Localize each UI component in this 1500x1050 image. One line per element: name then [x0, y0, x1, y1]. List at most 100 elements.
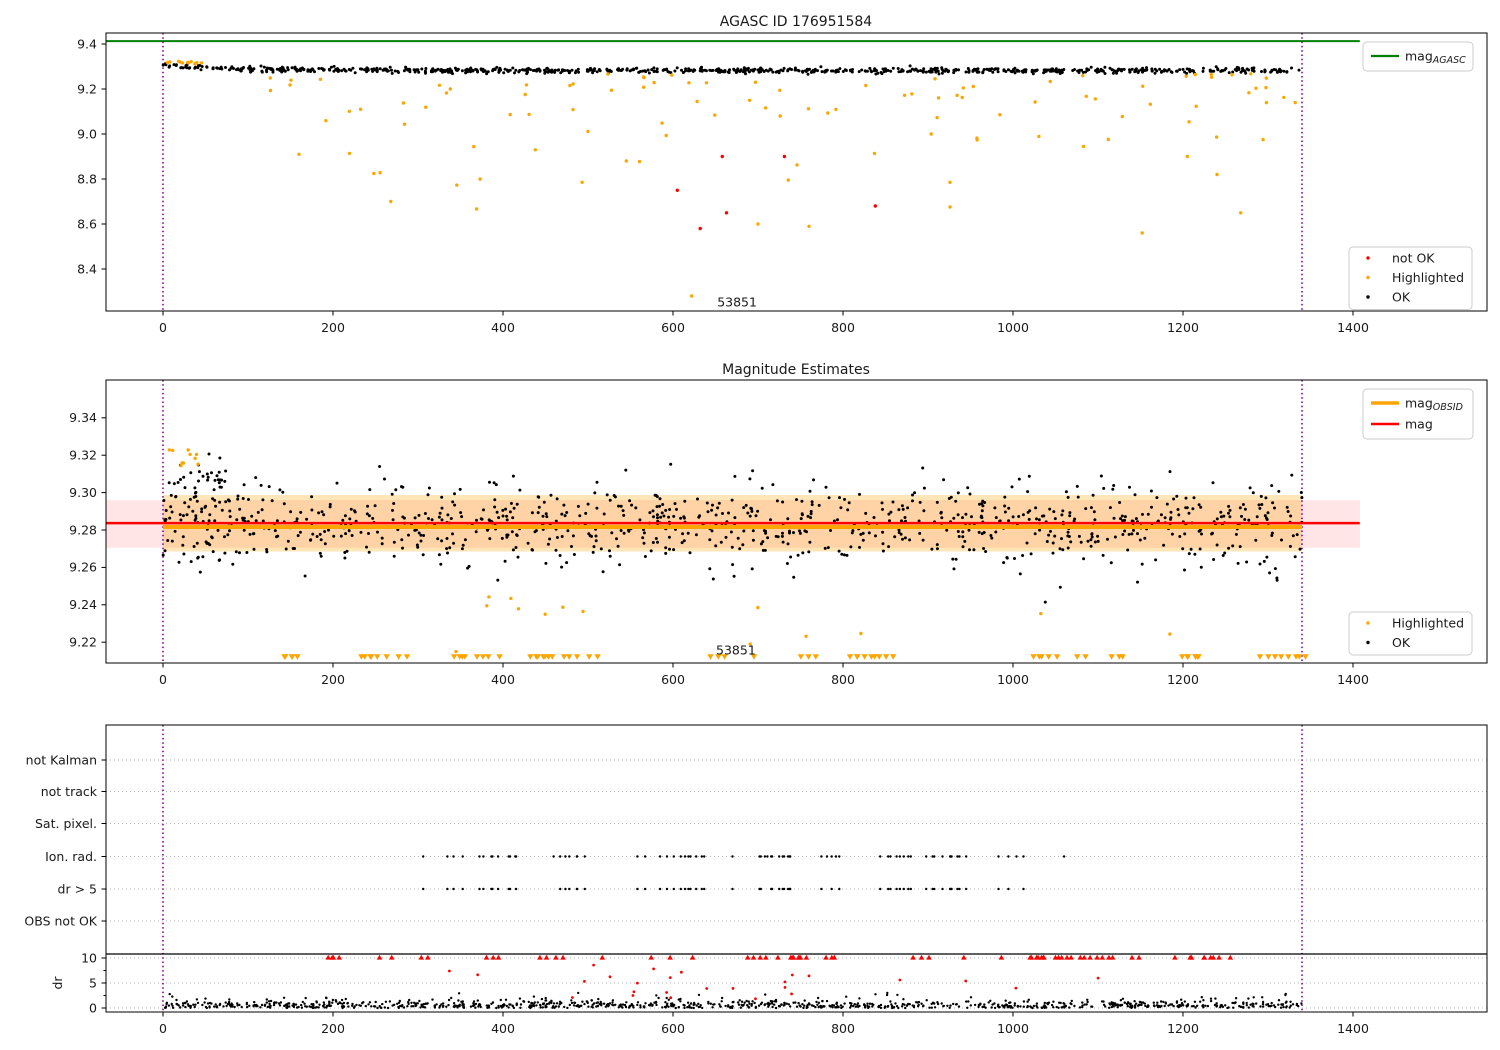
highlighted-point [998, 113, 1002, 117]
ok-point [1035, 517, 1038, 521]
ok-point [751, 469, 755, 473]
highlighted-point [181, 461, 186, 465]
ok-point [228, 529, 231, 533]
dr-point [469, 1005, 473, 1008]
dr-point [450, 996, 453, 1000]
x-tick-label: 600 [661, 320, 685, 335]
flag-point [672, 887, 675, 891]
x-tick-label: 0 [159, 320, 167, 335]
ok-point [172, 482, 176, 486]
ok-point [1273, 567, 1277, 571]
ok-point [543, 68, 546, 72]
ok-point [390, 492, 394, 496]
flag-point [508, 887, 512, 891]
dr-point [192, 1003, 195, 1006]
ok-point [672, 514, 676, 518]
ok-point [797, 69, 800, 72]
ok-point [984, 550, 988, 553]
ok-point [544, 561, 548, 565]
ok-point [621, 509, 625, 513]
ok-point [879, 71, 883, 74]
dr-point [782, 1004, 785, 1007]
ok-point [206, 475, 210, 479]
ok-point [977, 530, 981, 534]
flag-point [665, 887, 669, 891]
ok-point [242, 528, 246, 532]
ok-point [667, 515, 671, 519]
dr-clipped-marker [1081, 954, 1087, 960]
dr-point [177, 1004, 180, 1007]
dr-point [862, 1003, 866, 1007]
dr-red-point [476, 973, 480, 977]
dr-point [856, 1003, 859, 1007]
dr-point [208, 1006, 211, 1009]
ok-point [218, 456, 222, 460]
flag-point [902, 855, 905, 858]
ok-point [349, 68, 353, 72]
dr-point [867, 1006, 870, 1010]
ok-point [810, 500, 814, 504]
dr-point [412, 1005, 415, 1008]
dr-point [1110, 1001, 1113, 1004]
dr-point [757, 1004, 761, 1007]
ok-point [754, 514, 758, 518]
ok-point [1120, 69, 1123, 73]
ok-point [1154, 558, 1158, 562]
ok-point [716, 506, 720, 510]
flag-point [643, 855, 647, 858]
ok-point [935, 543, 939, 547]
dr-point [1285, 1000, 1288, 1003]
flag-point [514, 887, 518, 891]
dr-point [585, 1000, 589, 1003]
ok-point [781, 540, 785, 544]
ok-point [365, 70, 369, 74]
highlighted-point [1247, 91, 1251, 95]
ok-point [785, 562, 789, 565]
dr-clipped-marker [560, 954, 566, 960]
dr-point [539, 1006, 542, 1009]
dr-point [1214, 997, 1217, 1000]
ok-point [451, 500, 455, 504]
ok-point [212, 488, 216, 492]
dr-point [229, 1005, 233, 1008]
dr-point [1036, 1006, 1039, 1009]
dr-point [248, 1004, 251, 1007]
dr-point [530, 1001, 533, 1005]
ok-point [1274, 68, 1278, 72]
dr-point [933, 1006, 937, 1009]
dr-red-point [636, 981, 639, 985]
ok-point [880, 501, 884, 505]
ok-point [545, 515, 549, 519]
flag-point [687, 855, 690, 858]
dr-point [720, 1000, 723, 1003]
ok-point [974, 67, 978, 71]
ok-point [497, 68, 501, 72]
dr-point [647, 1003, 651, 1007]
ok-point [664, 546, 668, 550]
dr-point [920, 1002, 923, 1005]
dr-point [291, 1004, 294, 1007]
highlighted-point [437, 83, 442, 88]
dr-point [871, 1005, 874, 1008]
ok-point [967, 528, 971, 532]
ok-point [869, 69, 873, 73]
clipped-low-marker [707, 654, 714, 660]
ok-point [1239, 70, 1243, 74]
dr-point [1199, 1000, 1202, 1003]
ok-point [309, 538, 313, 542]
highlighted-point [194, 452, 199, 457]
ok-point [668, 508, 672, 511]
ok-point [643, 555, 647, 558]
ok-point [893, 535, 897, 539]
ok-point [1049, 529, 1052, 533]
dr-clipped-marker [763, 954, 769, 960]
flag-point [907, 887, 910, 891]
ok-point [1199, 505, 1203, 509]
dr-point [625, 1001, 628, 1004]
ok-point [465, 68, 468, 72]
dr-clipped-marker [425, 954, 431, 960]
flag-point [446, 887, 449, 891]
dr-point [1234, 1001, 1237, 1004]
ok-point [708, 567, 712, 571]
plots-svg: 538510 200 400 600 800 1000 1200 14009.49.29.08… [24, 14, 1488, 1036]
